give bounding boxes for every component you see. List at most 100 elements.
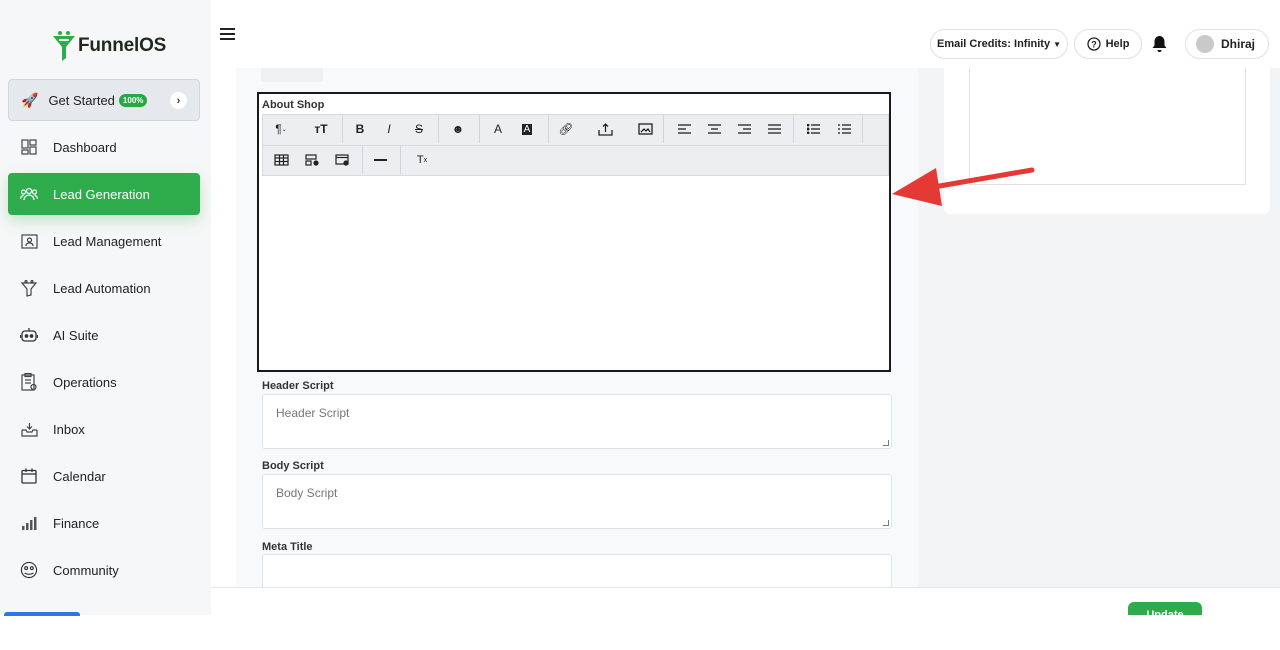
- chart-icon: [20, 514, 38, 532]
- toolbar-separator: [400, 146, 401, 174]
- font-size-icon[interactable]: ᴛT: [311, 120, 331, 138]
- align-right-icon[interactable]: [734, 120, 754, 138]
- sidebar-item-label: Lead Generation: [53, 186, 150, 202]
- upload-icon[interactable]: [595, 120, 615, 138]
- help-label: Help: [1105, 38, 1130, 50]
- background-color-icon[interactable]: A: [517, 120, 537, 138]
- toolbar-separator: [548, 115, 549, 143]
- bell-icon[interactable]: [1151, 35, 1168, 58]
- sidebar-item-label: Inbox: [53, 421, 85, 437]
- sidebar-item-inbox[interactable]: Inbox: [8, 408, 200, 450]
- email-credits-dropdown[interactable]: Email Credits: Infinity ▼: [930, 29, 1068, 59]
- body-script-textarea[interactable]: Body Script: [262, 474, 892, 529]
- users-icon: [20, 185, 38, 203]
- meta-title-label: Meta Title: [262, 541, 313, 553]
- justify-icon[interactable]: [764, 120, 784, 138]
- toolbar-divider: [262, 145, 889, 146]
- sidebar-scroll-indicator: [4, 612, 80, 616]
- link-icon[interactable]: 🔗︎: [556, 120, 576, 138]
- sidebar-item-lead-generation[interactable]: Lead Generation: [8, 173, 200, 215]
- paragraph-icon[interactable]: ¶ ⌄: [271, 120, 291, 138]
- about-shop-label: About Shop: [262, 99, 325, 111]
- brand-name: FunnelOS: [78, 35, 167, 56]
- question-icon: ?: [1086, 37, 1101, 51]
- sidebar-item-ai-suite[interactable]: AI Suite: [8, 314, 200, 356]
- toolbar-separator: [479, 115, 480, 143]
- sidebar-item-operations[interactable]: Operations: [8, 361, 200, 403]
- header-script-textarea[interactable]: Header Script: [262, 394, 892, 449]
- svg-text:?: ?: [1091, 40, 1097, 50]
- form-footer: [211, 587, 1280, 615]
- toolbar-separator: [793, 115, 794, 143]
- image-icon[interactable]: [635, 120, 655, 138]
- align-left-icon[interactable]: [674, 120, 694, 138]
- user-name: Dhiraj: [1221, 37, 1256, 51]
- avatar: [1196, 35, 1214, 53]
- get-started-button[interactable]: 🚀 Get Started 100% ›: [8, 79, 200, 121]
- resize-handle-icon[interactable]: [883, 520, 889, 526]
- sidebar-item-finance[interactable]: Finance: [8, 502, 200, 544]
- funnel-logo-icon: [53, 31, 75, 61]
- resize-handle-icon[interactable]: [883, 440, 889, 446]
- sidebar-item-label: Calendar: [53, 468, 106, 484]
- faded-field: [261, 68, 323, 82]
- italic-icon[interactable]: I: [379, 120, 399, 138]
- body-script-label: Body Script: [262, 460, 324, 472]
- horizontal-rule-icon[interactable]: [370, 151, 390, 169]
- community-icon: [20, 561, 38, 579]
- header-script-placeholder: Header Script: [276, 406, 350, 420]
- sidebar-item-label: Lead Automation: [53, 280, 151, 296]
- logo[interactable]: FunnelOS: [52, 30, 166, 62]
- table-cells-icon[interactable]: [302, 151, 322, 169]
- header-script-label: Header Script: [262, 380, 334, 392]
- robot-icon: [20, 326, 38, 344]
- sidebar-item-label: Finance: [53, 515, 100, 531]
- rocket-icon: 🚀: [21, 91, 39, 108]
- body-script-placeholder: Body Script: [276, 486, 338, 500]
- align-center-icon[interactable]: [704, 120, 724, 138]
- sidebar-item-community[interactable]: Community: [8, 549, 200, 591]
- sidebar-item-lead-management[interactable]: Lead Management: [8, 220, 200, 262]
- update-button[interactable]: Update: [1128, 602, 1202, 615]
- toolbar-separator: [362, 146, 363, 174]
- table-icon[interactable]: [271, 151, 291, 169]
- sidebar-item-label: Community: [53, 562, 119, 578]
- calendar-icon: [20, 467, 38, 485]
- toolbar-separator: [663, 115, 664, 143]
- numbered-list-icon[interactable]: [834, 120, 854, 138]
- strikethrough-icon[interactable]: S: [409, 120, 429, 138]
- funnel-icon: [20, 279, 38, 297]
- dashboard-icon: [20, 138, 38, 156]
- emoji-icon[interactable]: ☻: [448, 120, 468, 138]
- sidebar-item-calendar[interactable]: Calendar: [8, 455, 200, 497]
- toolbar-separator: [342, 115, 343, 143]
- chevron-right-icon[interactable]: ›: [170, 92, 187, 109]
- menu-toggle-icon[interactable]: [220, 28, 235, 43]
- sidebar-item-label: Lead Management: [53, 233, 162, 249]
- caret-down-icon: ▼: [1053, 39, 1061, 49]
- contact-card-icon: [20, 232, 38, 250]
- get-started-label: Get Started: [48, 92, 115, 108]
- sidebar: FunnelOS 🚀 Get Started 100% › Dashboard …: [0, 0, 211, 616]
- text-color-icon[interactable]: A: [488, 120, 508, 138]
- email-credits-label: Email Credits: Infinity: [937, 38, 1051, 50]
- sidebar-item-label: Dashboard: [53, 139, 117, 155]
- table-style-icon[interactable]: [332, 151, 352, 169]
- bullet-list-icon[interactable]: [803, 120, 823, 138]
- clipboard-icon: [20, 373, 38, 391]
- toolbar-separator: [862, 115, 863, 143]
- sidebar-item-dashboard[interactable]: Dashboard: [8, 126, 200, 168]
- clear-format-icon[interactable]: Tx: [412, 151, 432, 169]
- help-button[interactable]: ? Help: [1074, 29, 1142, 59]
- toolbar-separator: [438, 115, 439, 143]
- meta-title-input[interactable]: [262, 554, 892, 588]
- red-arrow-annotation: [892, 167, 1035, 206]
- inbox-icon: [20, 420, 38, 438]
- user-menu[interactable]: Dhiraj: [1185, 29, 1269, 59]
- sidebar-item-label: AI Suite: [53, 327, 99, 343]
- sidebar-item-label: Operations: [53, 374, 117, 390]
- progress-badge: 100%: [118, 93, 148, 107]
- sidebar-item-lead-automation[interactable]: Lead Automation: [8, 267, 200, 309]
- bold-icon[interactable]: B: [350, 120, 370, 138]
- about-shop-content-area[interactable]: [262, 176, 889, 368]
